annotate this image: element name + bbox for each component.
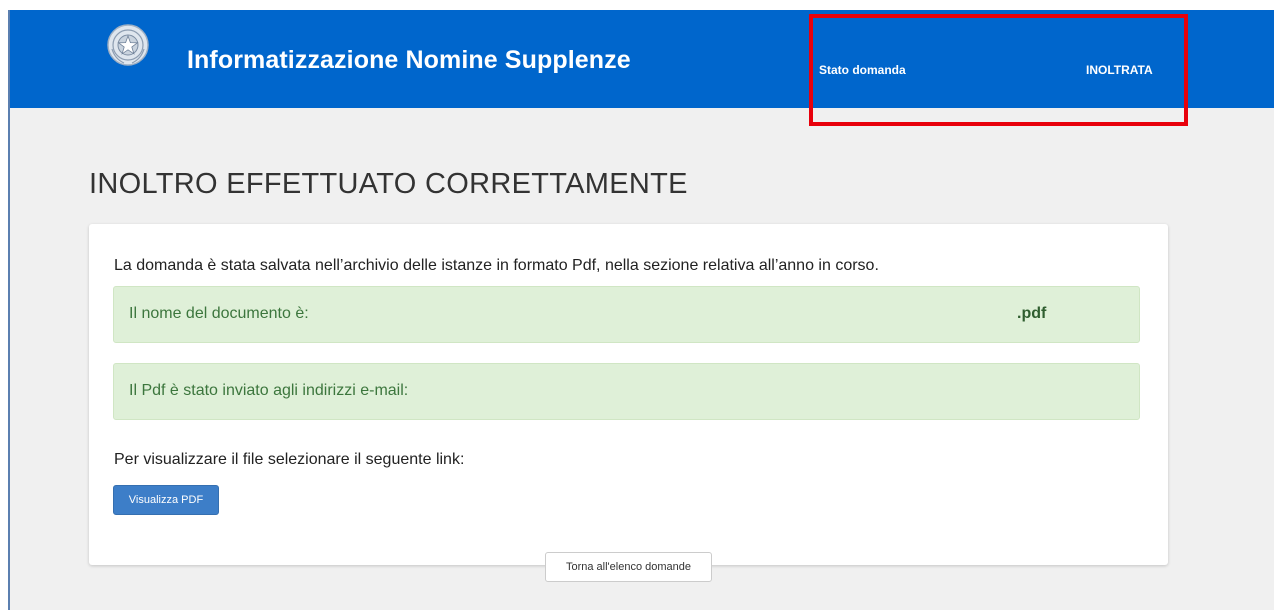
- document-name-label: Il nome del documento è:: [129, 305, 309, 322]
- status-highlight-box: [809, 14, 1188, 126]
- email-label: Il Pdf è stato inviato agli indirizzi e-…: [129, 382, 409, 399]
- document-name-value: .pdf: [1017, 305, 1047, 322]
- page-title: INOLTRO EFFETTUATO CORRETTAMENTE: [89, 168, 688, 200]
- back-to-list-button[interactable]: Torna all'elenco domande: [545, 552, 712, 582]
- page-frame: Informatizzazione Nomine Supplenze Stato…: [8, 10, 1274, 610]
- view-pdf-button[interactable]: Visualizza PDF: [113, 485, 219, 515]
- link-instruction: Per visualizzare il file selezionare il …: [114, 451, 465, 468]
- document-name-alert: Il nome del documento è: .pdf: [113, 286, 1140, 343]
- intro-text: La domanda è stata salvata nell’archivio…: [114, 257, 879, 274]
- result-card: La domanda è stata salvata nell’archivio…: [89, 224, 1168, 565]
- emblem-icon: [107, 24, 149, 66]
- email-alert: Il Pdf è stato inviato agli indirizzi e-…: [113, 363, 1140, 420]
- app-title: Informatizzazione Nomine Supplenze: [187, 46, 631, 74]
